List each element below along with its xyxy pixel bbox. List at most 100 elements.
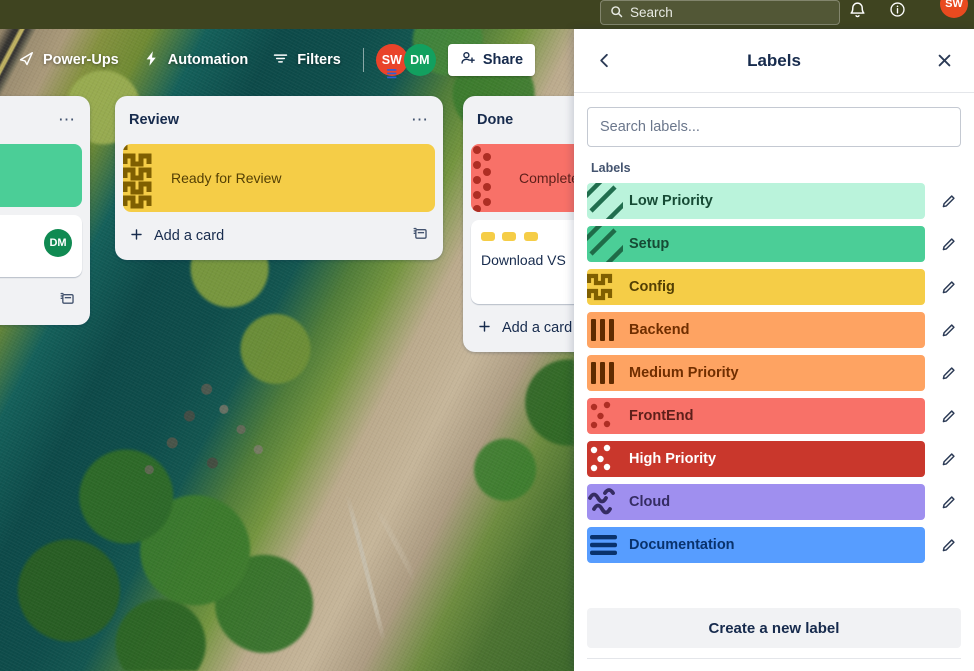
label-name: Setup [629,236,670,252]
card-template-icon[interactable] [412,225,429,247]
create-new-label-button[interactable]: Create a new label [587,608,961,648]
diagonal-pattern-icon [587,183,627,219]
label-name: FrontEnd [629,408,694,424]
zigzag-pattern-icon [587,269,623,305]
label-row: Setup [587,226,961,262]
list-title: Done [477,112,514,128]
plus-icon [129,227,144,246]
info-icon[interactable] [884,0,910,22]
labels-list: Low Priority Setup Config Backend Medium Pri… [587,183,961,563]
labels-section-title: Labels [591,161,631,175]
list-header: Review ⋯ [123,104,435,136]
label-name: Backend [629,322,690,338]
pencil-icon[interactable] [935,188,961,214]
label-chip[interactable]: Backend [587,312,925,348]
chevron-left-icon[interactable] [588,45,620,77]
list-menu-icon[interactable]: ⋯ [58,111,76,128]
panel-footer: Create a new label [574,598,974,671]
board-lists: ⋯ DM Review ⋯ Ready for Review Add a car… [0,96,791,456]
card-mini-label[interactable] [502,232,517,241]
person-add-icon [460,50,476,70]
filter-icon [272,50,289,71]
filters-label: Filters [297,52,341,68]
label-row: Cloud [587,484,961,520]
pencil-icon[interactable] [935,231,961,257]
member-avatar-dm[interactable]: DM [403,44,436,76]
squiggle-pattern-icon [587,484,623,520]
card-footer: DM [0,223,72,257]
label-name: Config [629,279,675,295]
dots-pattern-icon [471,144,515,212]
app-topbar: Search SW [0,0,974,29]
share-label: Share [482,52,524,68]
lightning-icon [143,50,160,71]
plus-icon [477,319,492,338]
add-card-button[interactable]: Add a card [129,227,224,246]
label-chip[interactable]: Setup [587,226,925,262]
power-ups-label: Power-Ups [43,52,119,68]
search-labels-input[interactable] [587,107,961,147]
dots-pattern-icon [587,441,623,477]
pencil-icon[interactable] [935,403,961,429]
label-row: Medium Priority [587,355,961,391]
bars-pattern-icon [587,312,623,348]
search-icon [610,5,623,21]
card-mini-label[interactable] [481,232,495,241]
board-list-review[interactable]: Review ⋯ Ready for Review Add a card [115,96,443,260]
label-row: Documentation [587,527,961,563]
share-button[interactable]: Share [447,44,536,76]
power-ups-button[interactable]: Power-Ups [8,44,129,76]
board-members: SW ☰ DM [375,44,436,80]
pencil-icon[interactable] [935,446,961,472]
pencil-icon[interactable] [935,532,961,558]
label-name: Cloud [629,494,671,510]
label-chip[interactable]: FrontEnd [587,398,925,434]
label-name: Documentation [629,537,735,553]
label-chip[interactable]: Documentation [587,527,925,563]
add-card-row[interactable]: Add a card [123,216,435,256]
label-row: Low Priority [587,183,961,219]
pencil-icon[interactable] [935,274,961,300]
list-header: ⋯ [0,104,82,136]
bars-pattern-icon [587,355,623,391]
board-card[interactable]: DM [0,215,82,277]
label-row: FrontEnd [587,398,961,434]
global-search-box[interactable]: Search [600,0,840,25]
toolbar-divider [362,48,364,72]
add-card-row[interactable] [0,281,82,321]
pencil-icon[interactable] [935,317,961,343]
label-chip[interactable]: Config [587,269,925,305]
panel-title: Labels [747,50,801,70]
pencil-icon[interactable] [935,489,961,515]
add-card-button[interactable]: Add a card [477,319,572,338]
close-icon[interactable] [928,45,960,77]
diagonal-pattern-icon [587,226,627,262]
label-chip[interactable]: Cloud [587,484,925,520]
list-menu-icon[interactable]: ⋯ [411,111,429,128]
app-root: Search SW Power-Ups Automation Filters S… [0,0,974,671]
label-row: Config [587,269,961,305]
card-template-icon[interactable] [59,290,76,312]
label-chip[interactable]: Medium Priority [587,355,925,391]
automation-button[interactable]: Automation [133,44,259,76]
label-chip[interactable]: Low Priority [587,183,925,219]
board-card[interactable] [0,144,82,207]
account-avatar[interactable]: SW [940,0,968,18]
labels-panel: Labels Labels Low Priority Setup Config Bac… [574,29,974,671]
notifications-icon[interactable] [844,0,870,22]
footer-divider [587,658,961,659]
pencil-icon[interactable] [935,360,961,386]
member-initials: SW [381,53,402,67]
label-name: High Priority [629,451,717,467]
add-card-label: Add a card [502,320,573,336]
label-name: Medium Priority [629,365,739,381]
label-chip[interactable]: High Priority [587,441,925,477]
card-mini-label[interactable] [523,232,538,241]
board-list-partial[interactable]: ⋯ DM [0,96,90,325]
card-member-avatar[interactable]: DM [44,229,72,257]
card-title: Download VS [481,252,566,268]
label-name: Low Priority [629,193,713,209]
list-title: Review [129,112,179,128]
board-card-ready-for-review[interactable]: Ready for Review [123,144,435,212]
filters-button[interactable]: Filters [262,44,351,76]
